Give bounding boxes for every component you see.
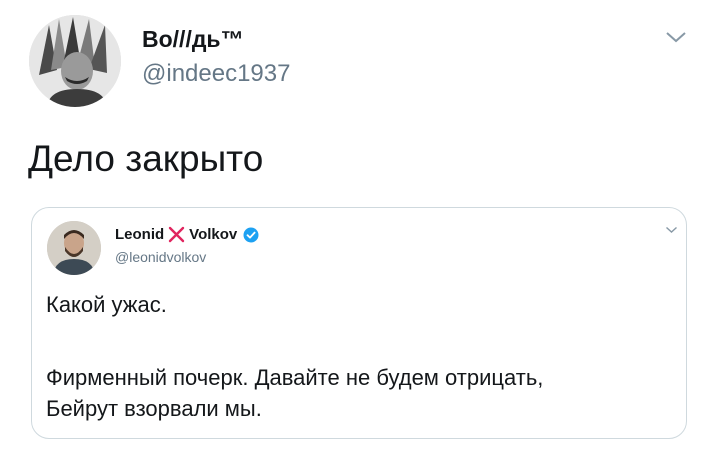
tweet: Во///дь™ @indeec1937 Дело закрыто Leonid… xyxy=(0,0,720,453)
quoted-author-handle[interactable]: @leonidvolkov xyxy=(115,249,206,265)
quoted-author-last-name: Volkov xyxy=(189,226,238,243)
author-avatar-image xyxy=(29,15,121,107)
chevron-down-icon[interactable] xyxy=(665,225,678,235)
chevron-down-icon[interactable] xyxy=(664,28,688,46)
author-name[interactable]: Во///дь™ xyxy=(142,26,244,53)
quoted-text-line: Фирменный почерк. Давайте не будем отриц… xyxy=(46,365,544,390)
quoted-text-line: Бейрут взорвали мы. xyxy=(46,396,262,421)
quoted-author-name[interactable]: Leonid Volkov xyxy=(115,226,259,243)
quoted-author-avatar[interactable] xyxy=(47,221,101,275)
quoted-author-avatar-image xyxy=(47,221,101,275)
author-handle[interactable]: @indeec1937 xyxy=(142,60,290,88)
quoted-text-line: Какой ужас. xyxy=(46,292,167,317)
x-mark-icon xyxy=(168,226,185,243)
quoted-tweet-card[interactable]: Leonid Volkov @leonidvolkov Какой ужас. … xyxy=(31,207,687,439)
verified-badge-icon xyxy=(243,227,259,242)
tweet-text: Дело закрыто xyxy=(28,138,264,179)
author-avatar[interactable] xyxy=(29,15,121,107)
quoted-author-first-name: Leonid xyxy=(115,226,165,243)
